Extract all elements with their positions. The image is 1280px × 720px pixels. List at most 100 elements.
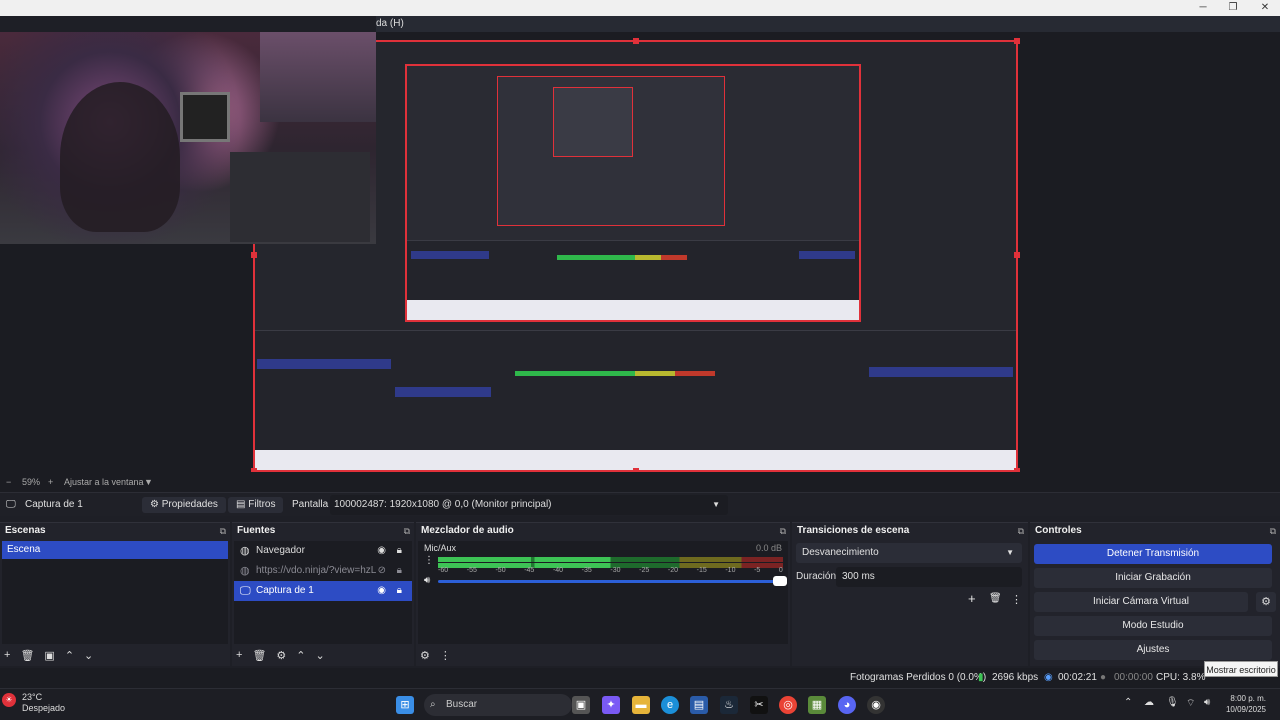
zoom-out-button[interactable]: − [6, 472, 11, 492]
gear-icon[interactable]: ⚙ [276, 649, 286, 662]
fit-to-window[interactable]: Ajustar a la ventana [64, 472, 144, 492]
move-down-icon[interactable]: ⌄ [84, 649, 93, 662]
settings-button[interactable]: Ajustes [1034, 640, 1272, 660]
webcam-person [60, 82, 180, 232]
source-item-captura[interactable]: 🖵 Captura de 1 ◉ 🔒︎ [234, 581, 412, 601]
edge-icon[interactable]: e [661, 696, 679, 714]
store-icon[interactable]: ▤ [690, 696, 708, 714]
transition-select-value: Desvanecimiento [802, 547, 879, 558]
scenes-list[interactable]: Escena [2, 541, 228, 644]
discord-icon[interactable]: ◕ [838, 696, 856, 714]
eye-icon[interactable]: ◉ [377, 541, 386, 561]
zoom-in-button[interactable]: + [48, 472, 53, 492]
captured-source-row [395, 387, 491, 397]
properties-button[interactable]: ⚙ Propiedades [142, 497, 226, 513]
wifi-icon[interactable]: ⌔ [1186, 697, 1195, 710]
tray-overflow-icon[interactable]: ⌃ [1124, 697, 1132, 708]
kebab-icon[interactable]: ⋮ [1011, 593, 1022, 606]
filter-icon[interactable]: ▣ [44, 649, 54, 662]
globe-icon: ◍ [240, 545, 250, 557]
resize-handle-l[interactable] [251, 252, 257, 258]
steam-icon[interactable]: ♨ [720, 696, 738, 714]
stop-stream-button[interactable]: Detener Transmisión [1034, 544, 1272, 564]
task-view-icon[interactable]: ▣ [572, 696, 590, 714]
gear-icon[interactable]: ⚙ [1256, 592, 1276, 612]
display-select[interactable]: 100002487: 1920x1080 @ 0,0 (Monitor prin… [330, 495, 728, 515]
dropped-frames: Fotogramas Perdidos 0 (0.0%) [850, 672, 987, 683]
mixer-settings-icon[interactable]: ⚙ [420, 649, 430, 662]
clock[interactable]: 8:00 p. m. 10/09/2025 [1226, 693, 1266, 715]
cpu-usage: CPU: 3.8% [1156, 672, 1206, 683]
volume-icon[interactable]: 🔊︎ [1204, 697, 1210, 708]
sources-list[interactable]: ◍ Navegador ◉ 🔒︎ ◍ https://vdo.ninja/?vi… [234, 541, 412, 644]
obs-icon[interactable]: ◉ [867, 696, 885, 714]
channel-db: 0.0 dB [755, 543, 782, 553]
lock-icon[interactable]: 🔒︎ [397, 581, 402, 601]
scene-item[interactable]: Escena [2, 541, 228, 559]
eye-icon[interactable]: ◉ [377, 581, 386, 601]
minimize-button[interactable]: ─ [1188, 0, 1218, 16]
microphone-icon[interactable]: 🎙︎ [1166, 697, 1179, 708]
source-toolbar: 🖵 Captura de 1 ⚙ Propiedades ▤ Filtros P… [0, 492, 1280, 516]
weather-icon[interactable]: ☀ [2, 693, 16, 707]
volume-slider[interactable] [438, 580, 783, 583]
move-up-icon[interactable]: ⌃ [65, 649, 74, 662]
dock-undock-icon[interactable]: ⧉ [1018, 523, 1024, 539]
webcam-source[interactable] [0, 32, 376, 244]
dock-undock-icon[interactable]: ⧉ [404, 523, 410, 539]
resize-handle-tr[interactable] [1014, 38, 1020, 44]
audio-mixer-dock: Mezclador de audio ⧉ Mic/Aux 0.0 dB ⋮ -60… [416, 522, 790, 666]
studio-mode-button[interactable]: Modo Estudio [1034, 616, 1272, 636]
capcut-icon[interactable]: ✂ [750, 696, 768, 714]
source-item-vdo-ninja[interactable]: ◍ https://vdo.ninja/?view=hzLC… ⊘ 🔒︎ [234, 561, 412, 581]
windows-start-icon[interactable]: ⊞ [396, 696, 414, 714]
lock-icon[interactable]: 🔒︎ [397, 561, 402, 581]
filters-button[interactable]: ▤ Filtros [228, 497, 284, 513]
volume-slider-knob[interactable] [773, 576, 787, 586]
trash-icon[interactable]: 🗑 [20, 649, 34, 662]
trash-icon[interactable]: 🗑 [252, 649, 266, 662]
chevron-down-icon[interactable]: ▼ [144, 472, 153, 492]
preview-canvas[interactable] [0, 32, 1280, 474]
tick: -45 [524, 567, 535, 574]
minecraft-icon[interactable]: ▦ [808, 696, 826, 714]
start-recording-button[interactable]: Iniciar Grabación [1034, 568, 1272, 588]
tray-app-icon[interactable]: ☁ [1144, 697, 1154, 708]
resize-handle-r[interactable] [1014, 252, 1020, 258]
stream-time: 00:02:21 [1058, 672, 1097, 683]
chrome-icon[interactable]: ◎ [779, 696, 797, 714]
weather-widget[interactable]: 23°C Despejado [22, 692, 65, 714]
trash-icon[interactable]: 🗑 [989, 593, 1002, 604]
speaker-icon[interactable]: 🔊︎ [424, 575, 430, 586]
folder-icon[interactable]: ▬ [632, 696, 650, 714]
kebab-icon[interactable]: ⋮ [440, 649, 451, 662]
maximize-button[interactable]: ❐ [1218, 0, 1248, 16]
add-icon[interactable]: + [236, 649, 242, 661]
webcam-frame [180, 92, 230, 142]
duration-input[interactable]: 300 ms [836, 567, 1022, 587]
menu-item-help[interactable]: da (H) [376, 18, 404, 29]
close-button[interactable]: ✕ [1250, 0, 1280, 16]
kebab-icon[interactable]: ⋮ [424, 555, 434, 566]
move-up-icon[interactable]: ⌃ [296, 649, 305, 662]
sources-header: Fuentes ⧉ [232, 523, 414, 539]
taskbar-search[interactable]: ⌕ Buscar [424, 694, 572, 716]
scenes-dock: Escenas ⧉ Escena + 🗑 ▣ ⌃ ⌄ [0, 522, 230, 666]
move-down-icon[interactable]: ⌄ [316, 649, 325, 662]
eye-slash-icon[interactable]: ⊘ [378, 561, 386, 581]
dock-undock-icon[interactable]: ⧉ [1270, 523, 1276, 539]
lock-icon[interactable]: 🔒︎ [397, 541, 402, 561]
transitions-dock: Transiciones de escena ⧉ Desvanecimiento … [792, 522, 1028, 666]
dock-undock-icon[interactable]: ⧉ [220, 523, 226, 539]
transition-select[interactable]: Desvanecimiento ▼ [796, 543, 1022, 563]
resize-handle-t[interactable] [633, 38, 639, 44]
zoom-bar: − 59% + Ajustar a la ventana ▼ [0, 472, 1280, 492]
status-bar: Fotogramas Perdidos 0 (0.0%) ▮ 2696 kbps… [0, 668, 1280, 688]
add-icon[interactable]: + [968, 591, 976, 606]
add-icon[interactable]: + [4, 649, 10, 661]
copilot-icon[interactable]: ✦ [602, 696, 620, 714]
dock-undock-icon[interactable]: ⧉ [780, 523, 786, 539]
webcam-background [260, 32, 376, 122]
virtual-camera-button[interactable]: Iniciar Cámara Virtual [1034, 592, 1248, 612]
source-item-navegador[interactable]: ◍ Navegador ◉ 🔒︎ [234, 541, 412, 561]
